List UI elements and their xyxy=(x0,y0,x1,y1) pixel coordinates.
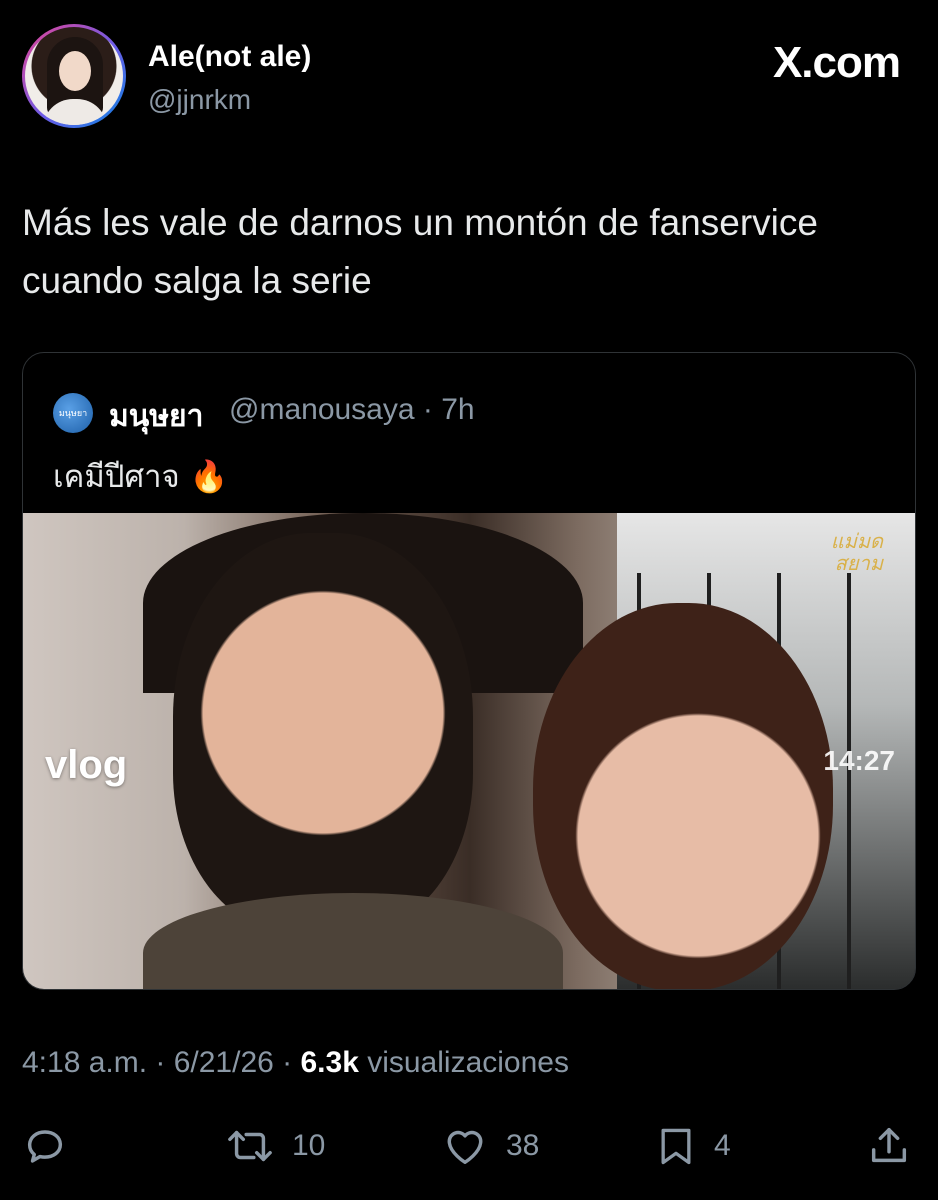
like-count: 38 xyxy=(506,1129,540,1162)
quoted-author-name[interactable]: มนุษยา xyxy=(109,393,203,440)
quoted-tweet-text: เคมีปีศาจ 🔥 xyxy=(53,459,229,495)
media-person-torso xyxy=(143,893,563,989)
author-avatar[interactable] xyxy=(22,24,126,128)
share-button[interactable] xyxy=(866,1116,912,1176)
like-button[interactable]: 38 xyxy=(440,1116,539,1176)
media-vlog-label: vlog xyxy=(45,743,128,787)
avatar-image xyxy=(25,27,123,125)
share-icon xyxy=(871,1127,907,1163)
bookmark-button[interactable]: 4 xyxy=(654,1116,731,1176)
media-person-right xyxy=(533,603,833,989)
quoted-tweet-media[interactable]: vlog 14:27 แม่มดสยาม xyxy=(23,513,915,989)
quoted-author-avatar[interactable]: มนุษยา xyxy=(53,393,93,433)
action-bar: 10 38 4 xyxy=(0,1116,938,1186)
media-watermark-logo: แม่มดสยาม xyxy=(830,531,883,575)
author-display-name[interactable]: Ale(not ale) xyxy=(148,40,311,74)
media-person-left xyxy=(173,533,473,933)
tweet-meta: 4:18 a.m. · 6/21/26 · 6.3k visualizacion… xyxy=(22,1046,569,1080)
views-label: visualizaciones xyxy=(358,1046,569,1079)
tweet-text: Más les vale de darnos un montón de fans… xyxy=(22,202,818,301)
media-timestamp-label: 14:27 xyxy=(823,745,895,776)
retweet-count: 10 xyxy=(292,1129,326,1162)
reply-icon xyxy=(27,1130,63,1163)
retweet-button[interactable]: 10 xyxy=(224,1116,325,1176)
views-count: 6.3k xyxy=(300,1046,359,1079)
bookmark-icon xyxy=(661,1128,691,1165)
quoted-tweet-card[interactable]: มนุษยา มนุษยา @manousaya · 7h เคมีปีศาจ … xyxy=(22,352,916,990)
author-handle[interactable]: @jjnrkm xyxy=(148,84,251,116)
reply-button[interactable] xyxy=(22,1116,68,1176)
heart-icon xyxy=(447,1130,483,1165)
bookmark-count: 4 xyxy=(714,1129,731,1162)
x-brand-logo: X.com xyxy=(772,38,901,87)
retweet-icon xyxy=(228,1130,272,1162)
tweet-header: Ale(not ale) @jjnrkm X.com xyxy=(0,0,938,150)
quoted-author-handle-time[interactable]: @manousaya · 7h xyxy=(229,393,475,427)
tweet-timestamp[interactable]: 4:18 a.m. · 6/21/26 · xyxy=(22,1046,300,1079)
